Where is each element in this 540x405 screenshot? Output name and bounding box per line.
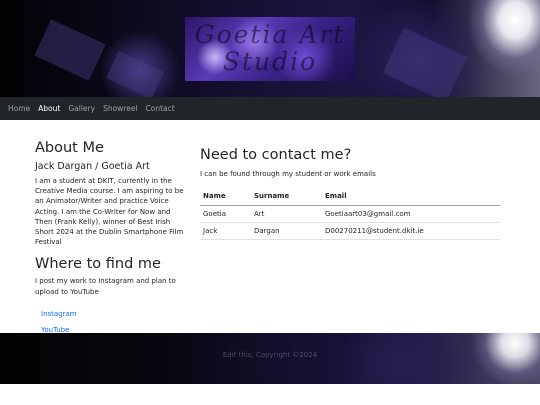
where-title: Where to find me <box>35 256 161 273</box>
bottom-strip <box>0 384 540 405</box>
about-column: About Me Jack Dargan / Goetia Art I am a… <box>35 140 185 334</box>
cell-name: Jack <box>200 222 251 240</box>
logo-text-line1: Goetia Art <box>194 20 346 49</box>
table-row: Jack Dargan D00270211@student.dkit.ie <box>200 222 500 240</box>
nav-gallery-link[interactable]: Gallery <box>68 104 95 113</box>
contact-title: Need to contact me? <box>200 147 352 163</box>
nav-showreel-link[interactable]: Showreel <box>103 104 137 113</box>
navbar: Home About Gallery Showreel Contact <box>0 97 540 120</box>
main-content: About Me Jack Dargan / Goetia Art I am a… <box>0 120 540 334</box>
banner-decoration <box>106 50 164 97</box>
contact-lead: I can be found through my student or wor… <box>200 170 376 178</box>
footer-copyright: Edit this, Copyright ©2024 <box>222 351 318 359</box>
logo-text-line2: Studio <box>222 47 318 76</box>
banner-decoration <box>34 19 106 81</box>
header-banner: Goetia Art Studio <box>0 0 540 97</box>
nav-contact-link[interactable]: Contact <box>146 104 175 113</box>
cell-email: Goetiaart03@gmail.com <box>322 205 500 223</box>
nav-home-link[interactable]: Home <box>8 104 30 113</box>
cell-surname: Dargan <box>251 222 322 240</box>
cell-surname: Art <box>251 205 322 223</box>
table-header-row: Name Surname Email <box>200 187 500 206</box>
header-name: Name <box>200 187 251 206</box>
footer: Edit this, Copyright ©2024 <box>0 333 540 384</box>
cell-email: D00270211@student.dkit.ie <box>322 222 500 240</box>
cell-name: Goetia <box>200 205 251 223</box>
site-logo[interactable]: Goetia Art Studio <box>185 17 355 81</box>
instagram-link[interactable]: Instagram <box>41 310 185 318</box>
table-row: Goetia Art Goetiaart03@gmail.com <box>200 205 500 223</box>
banner-decoration <box>382 27 468 97</box>
contact-table: Name Surname Email Goetia Art Goetiaart0… <box>200 187 500 240</box>
about-title: About Me <box>35 140 104 156</box>
nav-about-link[interactable]: About <box>38 104 60 113</box>
about-bio: I am a student at DKIT, currently in the… <box>35 177 184 247</box>
contact-column: Need to contact me? I can be found throu… <box>200 147 500 240</box>
logo-text: Goetia Art Studio <box>185 21 355 75</box>
where-text: I post my work to Instagram and plan to … <box>35 277 176 296</box>
header-surname: Surname <box>251 187 322 206</box>
header-email: Email <box>322 187 500 206</box>
about-subtitle: Jack Dargan / Goetia Art <box>35 161 150 172</box>
